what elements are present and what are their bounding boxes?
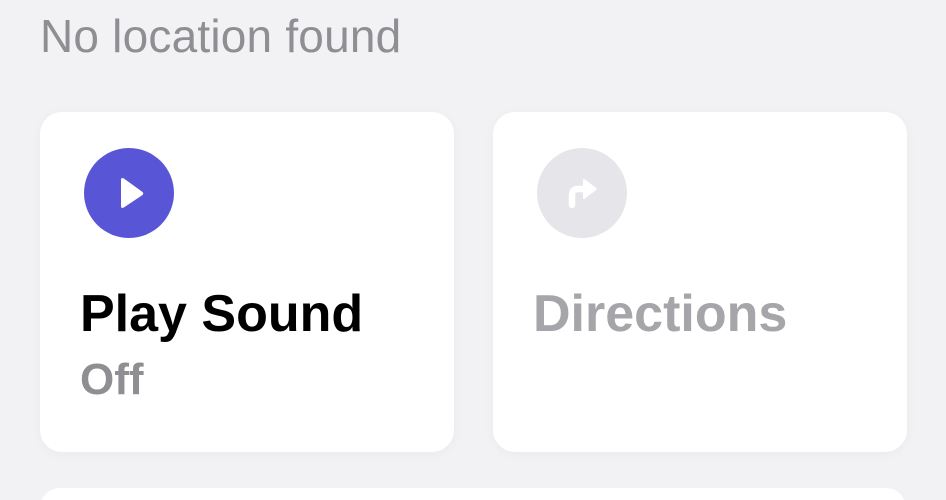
directions-label: Directions bbox=[533, 285, 788, 343]
next-card-edge bbox=[40, 488, 906, 500]
find-my-item-panel: No location found Play Sound Off Directi… bbox=[0, 0, 946, 500]
turn-right-arrow-icon bbox=[537, 148, 627, 238]
play-sound-state: Off bbox=[80, 355, 144, 404]
location-status-text: No location found bbox=[40, 10, 402, 62]
directions-button[interactable]: Directions bbox=[493, 112, 907, 452]
play-sound-button[interactable]: Play Sound Off bbox=[40, 112, 454, 452]
play-icon bbox=[84, 148, 174, 238]
play-sound-label: Play Sound bbox=[80, 285, 364, 343]
